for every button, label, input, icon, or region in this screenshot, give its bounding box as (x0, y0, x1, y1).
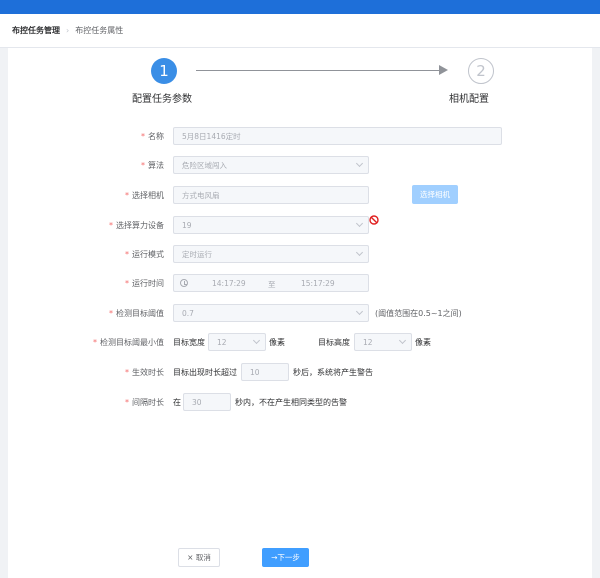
algorithm-value: 危险区域闯入 (182, 160, 227, 170)
steps: 1 2 配置任务参数 相机配置 (8, 48, 592, 118)
duration-input[interactable]: 10 (241, 363, 289, 381)
interval-value: 30 (192, 397, 202, 407)
name-input[interactable]: 5月8日1416定时 (173, 127, 502, 145)
time-label: 运行时间 (132, 278, 164, 288)
forbidden-icon (369, 215, 379, 225)
threshold-hint: (阈值范围在0.5~1之间) (375, 309, 462, 318)
threshold-value: 0.7 (182, 308, 194, 318)
chevron-down-icon (355, 248, 364, 257)
required-mark: * (93, 337, 97, 347)
top-bar (0, 0, 600, 14)
compute-label: 选择算力设备 (116, 220, 164, 230)
select-camera-button[interactable]: 选择相机 (412, 185, 458, 204)
required-mark: * (125, 367, 129, 377)
height-value: 12 (363, 337, 373, 347)
time-separator: 至 (268, 280, 276, 289)
cancel-button[interactable]: × 取消 (178, 548, 220, 567)
chevron-down-icon (252, 336, 261, 345)
required-mark: * (141, 131, 145, 141)
row-duration: * 生效时长 目标出现时长超过 10 秒后，系统将产生警告 (8, 362, 592, 382)
duration-label: 生效时长 (132, 367, 164, 377)
clock-icon (180, 279, 188, 287)
width-label: 目标宽度 (173, 338, 205, 347)
row-interval: * 间隔时长 在 30 秒内，不在产生相同类型的告警 (8, 392, 592, 412)
width-unit: 像素 (269, 338, 285, 347)
interval-suffix: 秒内，不在产生相同类型的告警 (235, 398, 347, 407)
step-2-circle: 2 (468, 58, 494, 84)
interval-label: 间隔时长 (132, 397, 164, 407)
height-label: 目标高度 (318, 338, 350, 347)
row-algorithm: * 算法 危险区域闯入 (8, 155, 592, 175)
duration-suffix: 秒后，系统将产生警告 (293, 368, 373, 377)
interval-input[interactable]: 30 (183, 393, 231, 411)
algorithm-label: 算法 (148, 160, 164, 170)
time-range-picker[interactable]: 14:17:29 至 15:17:29 (173, 274, 369, 292)
breadcrumb-root[interactable]: 布控任务管理 (12, 25, 60, 36)
required-mark: * (109, 220, 113, 230)
compute-value: 19 (182, 220, 192, 230)
breadcrumb-current: 布控任务属性 (75, 26, 124, 35)
row-mode: * 运行模式 定时运行 (8, 244, 592, 264)
step-1-title: 配置任务参数 (132, 94, 192, 105)
min-size-label: 检测目标阈最小值 (100, 337, 164, 347)
arrow-right-icon (439, 65, 448, 75)
required-mark: * (125, 397, 129, 407)
chevron-down-icon (355, 219, 364, 228)
row-compute: * 选择算力设备 19 (8, 215, 592, 235)
chevron-down-icon (355, 307, 364, 316)
threshold-label: 检测目标阈值 (116, 308, 164, 318)
row-threshold: * 检测目标阈值 0.7 (阈值范围在0.5~1之间) (8, 303, 592, 323)
row-min-size: * 检测目标阈最小值 目标宽度 12 像素 目标高度 12 像素 (8, 332, 592, 352)
breadcrumb-separator-icon: › (66, 26, 70, 35)
step-2-title: 相机配置 (449, 94, 489, 105)
time-end[interactable]: 15:17:29 (301, 279, 335, 288)
mode-select[interactable]: 定时运行 (173, 245, 369, 263)
chevron-down-icon (398, 336, 407, 345)
step-connector (196, 70, 446, 71)
duration-prefix: 目标出现时长超过 (173, 368, 237, 377)
compute-select[interactable]: 19 (173, 216, 369, 234)
threshold-select[interactable]: 0.7 (173, 304, 369, 322)
form-card: 1 2 配置任务参数 相机配置 * 名称 5月8日1416定时 * 算法 危险区域闯… (8, 48, 592, 578)
time-start[interactable]: 14:17:29 (212, 279, 246, 288)
row-camera: * 选择相机 方式电风扇 选择相机 (8, 185, 592, 205)
row-name: * 名称 5月8日1416定时 (8, 126, 592, 146)
width-value: 12 (217, 337, 227, 347)
mode-label: 运行模式 (132, 249, 164, 259)
duration-value: 10 (250, 367, 260, 377)
required-mark: * (125, 190, 129, 200)
breadcrumb: 布控任务管理 › 布控任务属性 (0, 14, 600, 48)
row-time: * 运行时间 14:17:29 至 15:17:29 (8, 273, 592, 293)
required-mark: * (109, 308, 113, 318)
step-1-circle: 1 (151, 58, 177, 84)
required-mark: * (125, 249, 129, 259)
name-label: 名称 (148, 131, 164, 141)
height-unit: 像素 (415, 338, 431, 347)
camera-input[interactable]: 方式电风扇 (173, 186, 369, 204)
mode-value: 定时运行 (182, 249, 212, 259)
next-step-button[interactable]: →下一步 (262, 548, 309, 567)
interval-prefix: 在 (173, 398, 181, 407)
chevron-down-icon (355, 159, 364, 168)
required-mark: * (141, 160, 145, 170)
height-select[interactable]: 12 (354, 333, 412, 351)
width-select[interactable]: 12 (208, 333, 266, 351)
required-mark: * (125, 278, 129, 288)
algorithm-select[interactable]: 危险区域闯入 (173, 156, 369, 174)
camera-label: 选择相机 (132, 190, 164, 200)
